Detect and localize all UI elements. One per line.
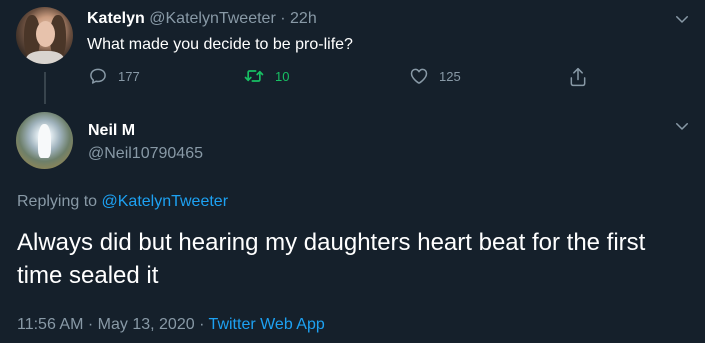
main-author-handle[interactable]: @Neil10790465 (88, 144, 203, 164)
thread-connector-line (44, 72, 46, 104)
main-tweet-text: Always did but hearing my daughters hear… (17, 229, 646, 289)
parent-tweet-header: Katelyn @KatelynTweeter · 22h (87, 9, 317, 29)
retweet-button[interactable]: 10 (243, 66, 289, 86)
parent-tweet-text: What made you decide to be pro-life? (87, 36, 353, 53)
tweet-meta: 11:56 AM · May 13, 2020 · Twitter Web Ap… (17, 315, 325, 335)
share-icon (570, 67, 586, 87)
reply-icon (90, 68, 106, 84)
meta-separator: · (199, 316, 205, 333)
tweet-date[interactable]: May 13, 2020 (98, 316, 195, 333)
avatar-face (36, 21, 55, 47)
retweet-icon (244, 70, 264, 82)
replying-to-link[interactable]: @KatelynTweeter (102, 193, 229, 210)
like-button[interactable]: 125 (409, 66, 461, 86)
retweet-count: 10 (275, 68, 290, 84)
reply-button[interactable]: 177 (88, 66, 140, 86)
chevron-down-icon[interactable] (673, 10, 691, 28)
avatar-neil[interactable] (16, 112, 73, 169)
meta-separator: · (87, 316, 94, 333)
replying-to-label: Replying to (17, 193, 98, 210)
avatar-katelyn[interactable] (16, 7, 73, 64)
main-author-name[interactable]: Neil M (88, 121, 135, 141)
reply-count: 177 (118, 68, 140, 84)
header-separator: · (280, 10, 286, 27)
avatar-shirt (26, 51, 64, 64)
avatar-figure (38, 124, 51, 158)
like-count: 125 (439, 68, 461, 84)
chevron-down-icon[interactable] (673, 117, 691, 135)
tweet-source-link[interactable]: Twitter Web App (209, 316, 325, 333)
tweet-thread: Katelyn @KatelynTweeter · 22h What made … (0, 0, 705, 343)
parent-tweet-time[interactable]: 22h (290, 10, 317, 27)
replying-to-line: Replying to @KatelynTweeter (17, 192, 228, 212)
parent-author-name[interactable]: Katelyn (87, 10, 145, 27)
heart-icon (410, 68, 428, 84)
parent-author-handle[interactable]: @KatelynTweeter (149, 10, 276, 27)
share-button[interactable] (568, 66, 588, 88)
tweet-time[interactable]: 11:56 AM (17, 316, 83, 333)
